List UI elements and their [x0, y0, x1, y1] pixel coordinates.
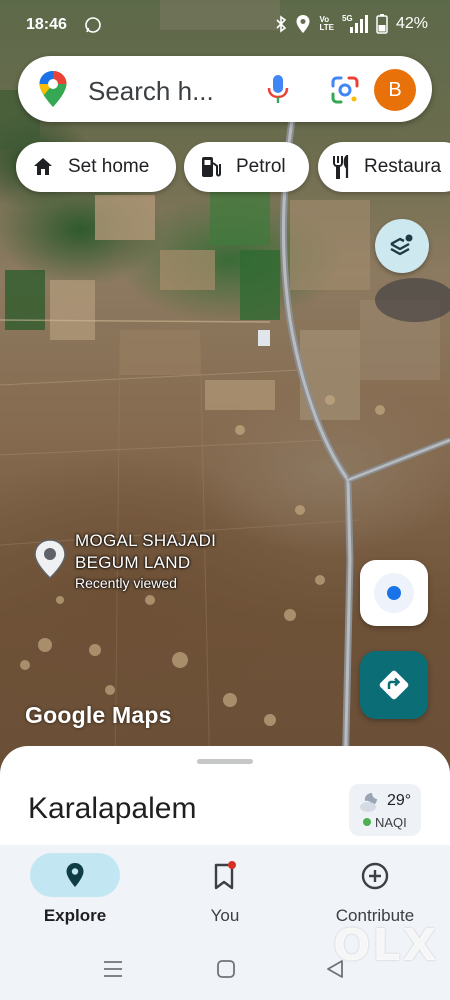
battery-percent: 42%: [395, 15, 428, 32]
aqi-label: NAQI: [375, 815, 407, 830]
directions-button[interactable]: [360, 651, 428, 719]
microphone-icon[interactable]: [264, 74, 292, 104]
partly-cloudy-night-icon: [360, 793, 377, 812]
place-subtitle: Recently viewed: [75, 575, 177, 591]
chip-label: Petrol: [236, 156, 286, 177]
avatar[interactable]: B: [374, 69, 416, 111]
clock: 18:46: [26, 16, 67, 33]
chip-set-home[interactable]: Set home: [16, 142, 176, 192]
tab-label: You: [210, 906, 240, 925]
recents-icon[interactable]: [103, 960, 123, 978]
olx-watermark: OLX: [333, 920, 439, 971]
signal-icon: 5G: [342, 15, 368, 33]
bookmark-icon: [214, 861, 236, 890]
bottom-sheet[interactable]: Karalapalem 29° NAQI: [0, 746, 450, 856]
battery-icon: [376, 14, 388, 34]
saved-place-marker-icon[interactable]: [32, 538, 68, 580]
tab-explore[interactable]: Explore: [0, 845, 150, 940]
my-location-button[interactable]: [360, 560, 428, 626]
location-title: Karalapalem: [28, 792, 197, 825]
bluetooth-icon: [276, 15, 287, 33]
aqi-status-dot: [363, 818, 371, 826]
chip-petrol[interactable]: Petrol: [184, 142, 309, 192]
chip-label: Restaura: [364, 156, 442, 177]
add-circle-icon: [361, 862, 389, 890]
tab-label: Explore: [43, 906, 107, 925]
home-nav-icon[interactable]: [216, 959, 236, 979]
status-icons: Vo LTE 5G 42%: [275, 14, 428, 34]
fuel-pump-icon: [202, 157, 221, 177]
place-label[interactable]: MOGAL SHAJADI BEGUM LAND Recently viewed: [75, 530, 245, 592]
active-indicator: [30, 853, 120, 897]
volte-bottom: LTE: [319, 23, 334, 32]
location-status-icon: [296, 15, 310, 33]
layers-button[interactable]: [375, 219, 429, 273]
chip-restaurants[interactable]: Restaura: [318, 142, 450, 192]
restaurant-icon: [333, 155, 349, 179]
google-lens-icon[interactable]: [329, 74, 361, 106]
sheet-drag-handle[interactable]: [197, 759, 253, 764]
layers-icon: [390, 234, 413, 256]
whatsapp-icon: [85, 17, 101, 33]
status-bar: 18:46 Vo LTE 5G 42%: [0, 0, 450, 50]
directions-icon: [379, 670, 409, 700]
tab-you[interactable]: You: [150, 845, 300, 940]
search-input[interactable]: Search h...: [88, 76, 214, 107]
weather-widget[interactable]: 29° NAQI: [349, 784, 421, 836]
search-bar[interactable]: Search h... B: [18, 56, 432, 122]
volte-indicator: Vo LTE: [319, 16, 334, 32]
google-maps-watermark: Google Maps: [25, 702, 172, 728]
home-icon: [34, 158, 52, 175]
signal-bars-icon: [349, 15, 368, 33]
explore-pin-icon: [66, 863, 84, 887]
my-location-icon: [374, 573, 414, 613]
place-name: MOGAL SHAJADI BEGUM LAND: [75, 531, 217, 572]
tab-icon-wrap: [205, 859, 245, 893]
temperature: 29°: [387, 792, 412, 809]
tab-icon-wrap: [355, 859, 395, 893]
chip-label: Set home: [68, 156, 150, 177]
google-maps-logo-icon: [39, 71, 67, 107]
